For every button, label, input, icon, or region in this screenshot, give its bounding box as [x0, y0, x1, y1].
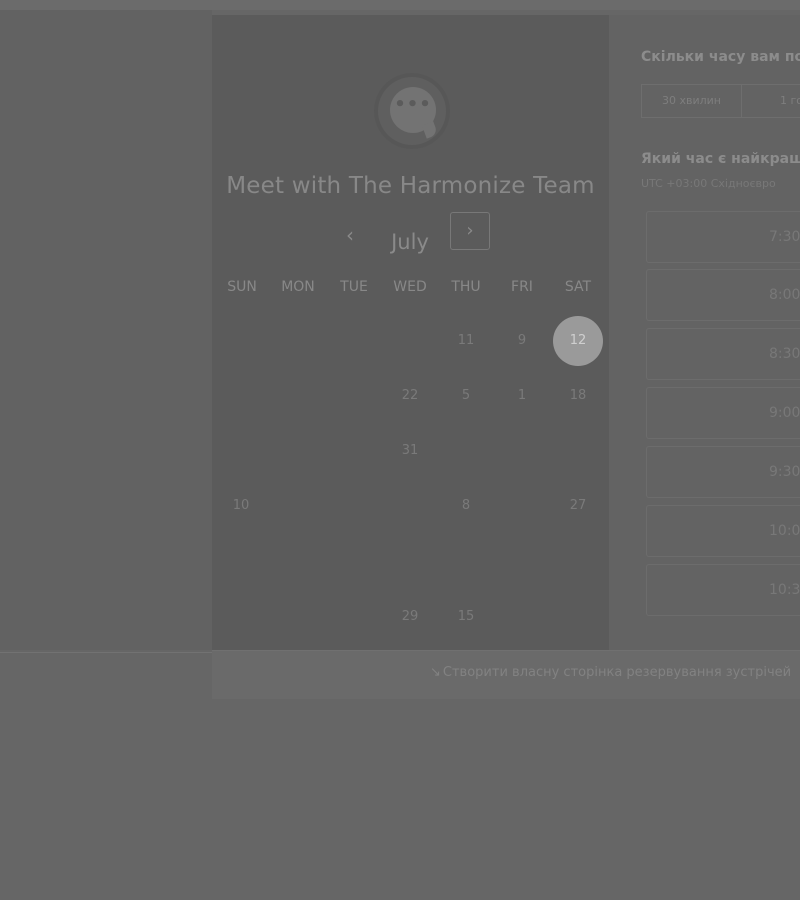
calendar-day[interactable]: 18	[553, 371, 603, 421]
prev-month-button[interactable]: ‹	[336, 221, 364, 249]
calendar-day[interactable]: 10	[216, 481, 266, 531]
time-question: Який час є найкращ	[641, 151, 800, 167]
calendar-panel: ••• Meet with The Harmonize Team ‹ July …	[212, 15, 609, 650]
footer-link-text: Створити власну сторінка резервування зу…	[442, 665, 792, 680]
calendar-day[interactable]: 29	[385, 592, 435, 642]
weekday-fri: FRI	[511, 279, 533, 295]
weekday-sat: SAT	[564, 279, 592, 295]
time-slot[interactable]: 7:30	[646, 211, 800, 263]
calendar-day[interactable]: 9	[497, 316, 547, 366]
weekday-tue: TUE	[340, 279, 368, 295]
create-booking-page-link[interactable]: ↘ Створити власну сторінка резервування з…	[430, 665, 791, 680]
duration-option[interactable]: 30 хвилин	[642, 85, 742, 117]
timezone-label[interactable]: UTC +03:00 Східноєвро	[641, 177, 776, 190]
time-slot[interactable]: 9:00	[646, 387, 800, 439]
calendar-day[interactable]: 22	[385, 371, 435, 421]
time-slot[interactable]: 10:00	[646, 505, 800, 557]
top-strip	[0, 0, 800, 10]
calendar-day[interactable]: 31	[385, 426, 435, 476]
calendar-day-selected[interactable]: 12	[553, 316, 603, 366]
time-selection-panel: Скільки часу вам по 30 хвилин 1 го Який …	[609, 15, 800, 650]
left-divider	[0, 652, 212, 653]
duration-option[interactable]: 1 го	[742, 85, 800, 117]
weekday-sun: SUN	[227, 279, 257, 295]
weekday-mon: MON	[281, 279, 315, 295]
month-label: July	[391, 230, 429, 254]
duration-question: Скільки часу вам по	[641, 49, 800, 65]
calendar-day[interactable]: 27	[553, 481, 603, 531]
time-slot[interactable]: 9:30	[646, 446, 800, 498]
page-title: Meet with The Harmonize Team	[226, 173, 595, 199]
calendar-day[interactable]: 1	[497, 371, 547, 421]
pointer-arrow-icon: ↘	[430, 665, 441, 680]
weekday-thu: THU	[451, 279, 481, 295]
calendar-day[interactable]: 8	[441, 481, 491, 531]
time-slot[interactable]: 10:30	[646, 564, 800, 616]
time-slot[interactable]: 8:30	[646, 328, 800, 380]
footer-bar: ↘ Створити власну сторінка резервування з…	[212, 650, 800, 699]
time-slot[interactable]: 8:00	[646, 269, 800, 321]
next-month-button[interactable]: ›	[450, 212, 490, 250]
calendar-day[interactable]: 5	[441, 371, 491, 421]
duration-options: 30 хвилин 1 го	[641, 84, 800, 118]
left-background	[0, 10, 212, 650]
logo-dots: •••	[394, 94, 432, 115]
calendar-day[interactable]: 11	[441, 316, 491, 366]
calendar-day[interactable]: 15	[441, 592, 491, 642]
weekday-wed: WED	[393, 279, 427, 295]
